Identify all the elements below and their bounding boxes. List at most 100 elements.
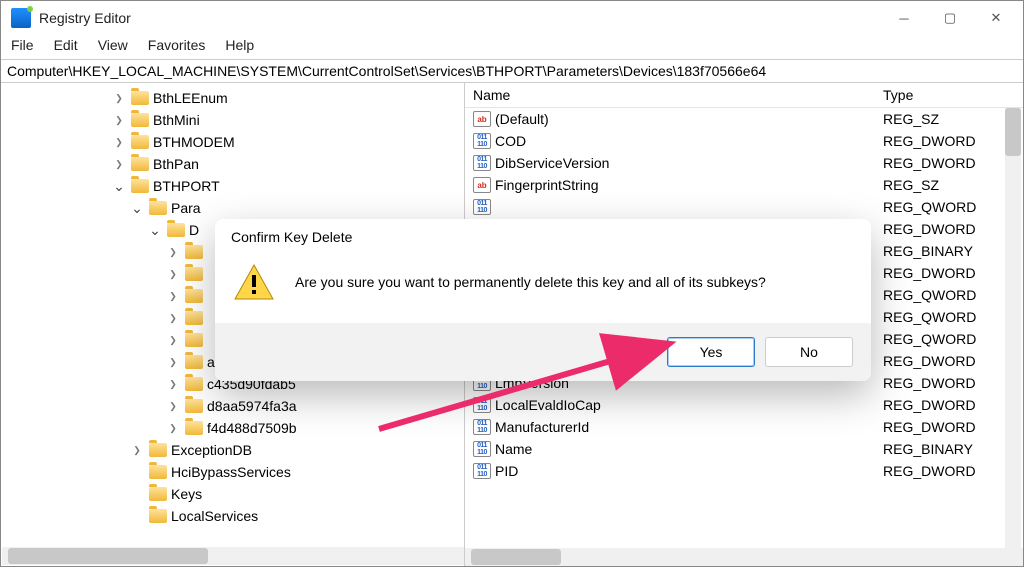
expand-icon[interactable] (111, 134, 127, 150)
value-type: REG_DWORD (875, 155, 1023, 171)
expand-icon[interactable] (165, 376, 181, 392)
value-name: ManufacturerId (495, 419, 589, 435)
value-type: REG_SZ (875, 177, 1023, 193)
expand-icon[interactable] (165, 266, 181, 282)
tree-item-label: ExceptionDB (171, 442, 252, 458)
value-name: Name (495, 441, 532, 457)
menu-edit[interactable]: Edit (54, 37, 78, 53)
folder-icon (131, 179, 149, 193)
tree-item[interactable]: HciBypassServices (1, 461, 464, 483)
folder-icon (185, 267, 203, 281)
expand-icon[interactable] (111, 112, 127, 128)
folder-icon (185, 421, 203, 435)
maximize-button[interactable]: ▢ (927, 3, 973, 33)
dialog-body: Are you sure you want to permanently del… (215, 253, 871, 323)
column-name[interactable]: Name (465, 83, 875, 107)
menu-help[interactable]: Help (225, 37, 254, 53)
binary-value-icon: 011110 (473, 419, 491, 435)
value-name: COD (495, 133, 526, 149)
value-type: REG_QWORD (875, 199, 1023, 215)
value-row[interactable]: 011110Name REG_BINARY (465, 438, 1023, 460)
value-row[interactable]: 011110DibServiceVersionREG_DWORD (465, 152, 1023, 174)
folder-icon (167, 223, 185, 237)
value-type: REG_DWORD (875, 375, 1023, 391)
value-row[interactable]: 011110PIDREG_DWORD (465, 460, 1023, 482)
value-row[interactable]: abFingerprintStringREG_SZ (465, 174, 1023, 196)
expand-icon[interactable] (165, 310, 181, 326)
dialog-footer: Yes No (215, 323, 871, 381)
expand-icon[interactable] (111, 156, 127, 172)
expand-icon[interactable] (129, 442, 145, 458)
folder-icon (185, 355, 203, 369)
expand-icon[interactable] (165, 288, 181, 304)
expand-icon[interactable] (129, 508, 145, 524)
titlebar: Registry Editor ─ ▢ ✕ (1, 1, 1023, 35)
tree-item[interactable]: BthLEEnum (1, 87, 464, 109)
tree-item[interactable]: BTHMODEM (1, 131, 464, 153)
expand-icon[interactable] (165, 420, 181, 436)
minimize-button[interactable]: ─ (881, 3, 927, 33)
menu-favorites[interactable]: Favorites (148, 37, 206, 53)
expand-icon[interactable] (111, 90, 127, 106)
string-value-icon: ab (473, 111, 491, 127)
folder-icon (149, 509, 167, 523)
expand-icon[interactable] (111, 178, 127, 194)
expand-icon[interactable] (165, 332, 181, 348)
address-bar[interactable]: Computer\HKEY_LOCAL_MACHINE\SYSTEM\Curre… (1, 59, 1023, 83)
folder-icon (149, 465, 167, 479)
tree-horizontal-scrollbar[interactable] (2, 547, 464, 565)
expand-icon[interactable] (165, 398, 181, 414)
tree-item-label: LocalServices (171, 508, 258, 524)
value-type: REG_QWORD (875, 287, 1023, 303)
expand-icon[interactable] (129, 464, 145, 480)
yes-button[interactable]: Yes (667, 337, 755, 367)
binary-value-icon: 011110 (473, 397, 491, 413)
value-row[interactable]: ab(Default)REG_SZ (465, 108, 1023, 130)
tree-item[interactable]: BthPan (1, 153, 464, 175)
tree-item[interactable]: f4d488d7509b (1, 417, 464, 439)
no-button[interactable]: No (765, 337, 853, 367)
value-type: REG_QWORD (875, 309, 1023, 325)
value-type: REG_QWORD (875, 331, 1023, 347)
tree-item-label: f4d488d7509b (207, 420, 297, 436)
tree-item[interactable]: BthMini (1, 109, 464, 131)
close-button[interactable]: ✕ (973, 3, 1019, 33)
tree-item-label: BthMini (153, 112, 200, 128)
value-type: REG_BINARY (875, 441, 1023, 457)
value-header: Name Type (465, 83, 1023, 108)
horizontal-scrollbar[interactable] (465, 548, 1023, 566)
tree-item[interactable]: LocalServices (1, 505, 464, 527)
app-icon (11, 8, 31, 28)
expand-icon[interactable] (165, 354, 181, 370)
tree-item-label: D (189, 222, 199, 238)
value-row[interactable]: 011110CODREG_DWORD (465, 130, 1023, 152)
expand-icon[interactable] (165, 244, 181, 260)
tree-item[interactable]: Keys (1, 483, 464, 505)
expand-icon[interactable] (129, 486, 145, 502)
menu-file[interactable]: File (11, 37, 34, 53)
dialog-title: Confirm Key Delete (215, 219, 871, 253)
tree-item[interactable]: Para (1, 197, 464, 219)
value-row[interactable]: 011110ManufacturerIdREG_DWORD (465, 416, 1023, 438)
value-name: FingerprintString (495, 177, 599, 193)
binary-value-icon: 011110 (473, 441, 491, 457)
tree-item-label: Keys (171, 486, 202, 502)
value-row[interactable]: 011110REG_QWORD (465, 196, 1023, 218)
folder-icon (185, 311, 203, 325)
menu-view[interactable]: View (98, 37, 128, 53)
tree-item-label: HciBypassServices (171, 464, 291, 480)
expand-icon[interactable] (147, 222, 163, 238)
dialog-message: Are you sure you want to permanently del… (295, 274, 766, 290)
column-type[interactable]: Type (875, 83, 1023, 107)
folder-icon (131, 135, 149, 149)
tree-item-label: BTHPORT (153, 178, 220, 194)
folder-icon (149, 487, 167, 501)
window-controls: ─ ▢ ✕ (881, 3, 1019, 33)
value-type: REG_DWORD (875, 463, 1023, 479)
value-row[interactable]: 011110LocalEvaldIoCapREG_DWORD (465, 394, 1023, 416)
value-name: DibServiceVersion (495, 155, 609, 171)
tree-item[interactable]: ExceptionDB (1, 439, 464, 461)
tree-item[interactable]: d8aa5974fa3a (1, 395, 464, 417)
tree-item[interactable]: BTHPORT (1, 175, 464, 197)
expand-icon[interactable] (129, 200, 145, 216)
